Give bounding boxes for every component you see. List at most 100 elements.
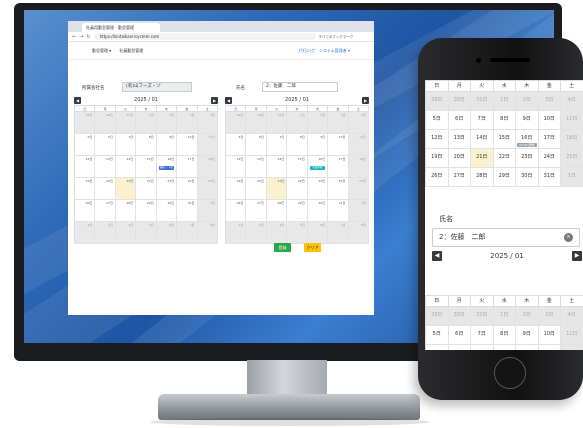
day-cell[interactable]: 2日 [226, 222, 247, 244]
day-cell[interactable]: 1日 [493, 92, 516, 111]
day-cell[interactable]: 26日 [75, 200, 96, 222]
day-cell[interactable]: 9日 [516, 326, 539, 345]
day-cell[interactable]: 7日 [471, 111, 494, 130]
day-cell[interactable]: 19日 [75, 178, 96, 200]
day-cell[interactable]: 13日 [246, 156, 267, 178]
day-cell[interactable]: 18日 [348, 156, 369, 178]
day-cell[interactable]: 31日 [115, 112, 137, 134]
day-cell[interactable]: 23日 [307, 178, 329, 200]
day-cell[interactable]: 15日 [136, 156, 157, 178]
day-cell[interactable]: 21日 [471, 149, 494, 168]
day-cell[interactable]: 11日 [348, 134, 369, 156]
name-select[interactable]: 2：佐藤 二郎 [262, 82, 338, 92]
day-cell[interactable]: 28日 [115, 200, 137, 222]
day-cell[interactable]: 4日 [197, 112, 218, 134]
day-cell[interactable]: 17日 [538, 130, 561, 149]
day-cell[interactable]: 22日 [493, 149, 516, 168]
phone-name-select[interactable]: 2：佐藤 二郎 × [432, 228, 580, 247]
day-cell[interactable]: 17日 [328, 156, 349, 178]
day-cell[interactable]: 5日 [75, 134, 96, 156]
day-cell[interactable]: 25日 [197, 178, 218, 200]
day-cell[interactable]: 21日 [266, 178, 288, 200]
nav-item[interactable]: 社員勤怠管理 [119, 48, 143, 54]
day-cell[interactable]: 3日 [538, 92, 561, 111]
day-cell[interactable]: 5日 [226, 134, 247, 156]
day-cell[interactable]: 5日 [136, 222, 157, 244]
day-cell[interactable]: 12日 [426, 345, 449, 350]
day-cell[interactable]: 24日 [328, 178, 349, 200]
day-cell[interactable]: 28日 [471, 168, 494, 187]
day-cell[interactable]: 29日 [426, 92, 449, 111]
next-month-button[interactable]: ▶ [362, 97, 369, 104]
day-cell[interactable]: 1日 [561, 168, 583, 187]
day-cell[interactable]: 14日 [471, 130, 494, 149]
day-cell[interactable]: 25日 [561, 149, 583, 168]
day-cell[interactable]: 11日 [561, 326, 583, 345]
day-cell[interactable]: 29日 [493, 168, 516, 187]
day-cell[interactable]: 8日 [287, 134, 308, 156]
day-cell[interactable]: 17日 [177, 156, 198, 178]
day-cell[interactable]: 31日 [177, 200, 198, 222]
day-cell[interactable]: 31日 [266, 112, 288, 134]
day-cell[interactable]: 31日 [328, 200, 349, 222]
day-cell[interactable]: 13日 [448, 130, 471, 149]
day-cell[interactable]: 5日 [426, 326, 449, 345]
day-cell[interactable]: 30日 [307, 200, 329, 222]
day-cell[interactable]: 9日 [307, 134, 329, 156]
day-cell[interactable]: 1日 [348, 200, 369, 222]
day-cell[interactable]: 30日 [156, 200, 178, 222]
day-cell[interactable]: 16日有給休暇 [307, 156, 329, 178]
day-cell[interactable]: 3日 [328, 112, 349, 134]
day-cell[interactable]: 2日 [516, 307, 539, 326]
day-cell[interactable]: 20日 [95, 178, 116, 200]
day-cell[interactable]: 3日 [538, 307, 561, 326]
day-cell[interactable]: 14日 [471, 345, 494, 350]
day-cell[interactable]: 12日 [226, 156, 247, 178]
day-cell[interactable]: 15日 [287, 156, 308, 178]
day-cell[interactable]: 4日 [348, 112, 369, 134]
day-cell[interactable]: 10日 [328, 134, 349, 156]
day-cell[interactable]: 31日 [538, 168, 561, 187]
day-cell[interactable]: 22日 [287, 178, 308, 200]
day-cell[interactable]: 30日 [448, 92, 471, 111]
calendar-event[interactable]: 有給休暇 [309, 166, 326, 170]
clear-button[interactable]: クリア [304, 243, 321, 252]
day-cell[interactable]: 12日 [426, 130, 449, 149]
user-menu[interactable]: 代行ログ：システム管理者 ▾ [299, 48, 350, 54]
day-cell[interactable]: 26日 [426, 168, 449, 187]
day-cell[interactable]: 7日 [115, 134, 137, 156]
day-cell[interactable]: 7日 [177, 222, 198, 244]
day-cell[interactable]: 30日 [95, 112, 116, 134]
day-cell[interactable]: 18日 [561, 130, 583, 149]
next-month-button[interactable]: ▶ [211, 97, 218, 104]
day-cell[interactable]: 2日 [516, 92, 539, 111]
day-cell[interactable]: 8日 [493, 326, 516, 345]
day-cell[interactable]: 29日 [75, 112, 96, 134]
back-icon[interactable]: ← [72, 33, 76, 41]
day-cell[interactable]: 24日 [538, 149, 561, 168]
day-cell[interactable]: 27日 [448, 168, 471, 187]
day-cell[interactable]: 1日 [493, 307, 516, 326]
day-cell[interactable]: 22日 [136, 178, 157, 200]
day-cell[interactable]: 16日 10:00 研修 [516, 130, 539, 149]
next-month-button[interactable]: ▶ [572, 251, 582, 261]
day-cell[interactable]: 6日 [156, 222, 178, 244]
day-cell[interactable]: 2日 [307, 112, 329, 134]
day-cell[interactable]: 20日 [246, 178, 267, 200]
day-cell[interactable]: 15日 [494, 345, 516, 350]
day-cell[interactable]: 19日 [426, 149, 449, 168]
day-cell[interactable]: 8日 [348, 222, 369, 244]
menu-dropdown[interactable]: 勤怠管理 ▾ [92, 48, 111, 54]
day-cell[interactable]: 8日 [493, 111, 516, 130]
day-cell[interactable]: 17日 [539, 345, 561, 350]
day-cell[interactable]: 14日 [266, 156, 288, 178]
day-cell[interactable]: 23日 [156, 178, 178, 200]
day-cell[interactable]: 29日 [226, 112, 247, 134]
day-cell[interactable]: 28日 [266, 200, 288, 222]
register-button[interactable]: 登録 [274, 243, 291, 252]
day-cell[interactable]: 12日 [75, 156, 96, 178]
day-cell[interactable]: 29日 [426, 307, 449, 326]
day-cell[interactable]: 5日 [426, 111, 449, 130]
clear-icon[interactable]: × [564, 233, 573, 242]
day-cell[interactable]: 10日 [177, 134, 198, 156]
